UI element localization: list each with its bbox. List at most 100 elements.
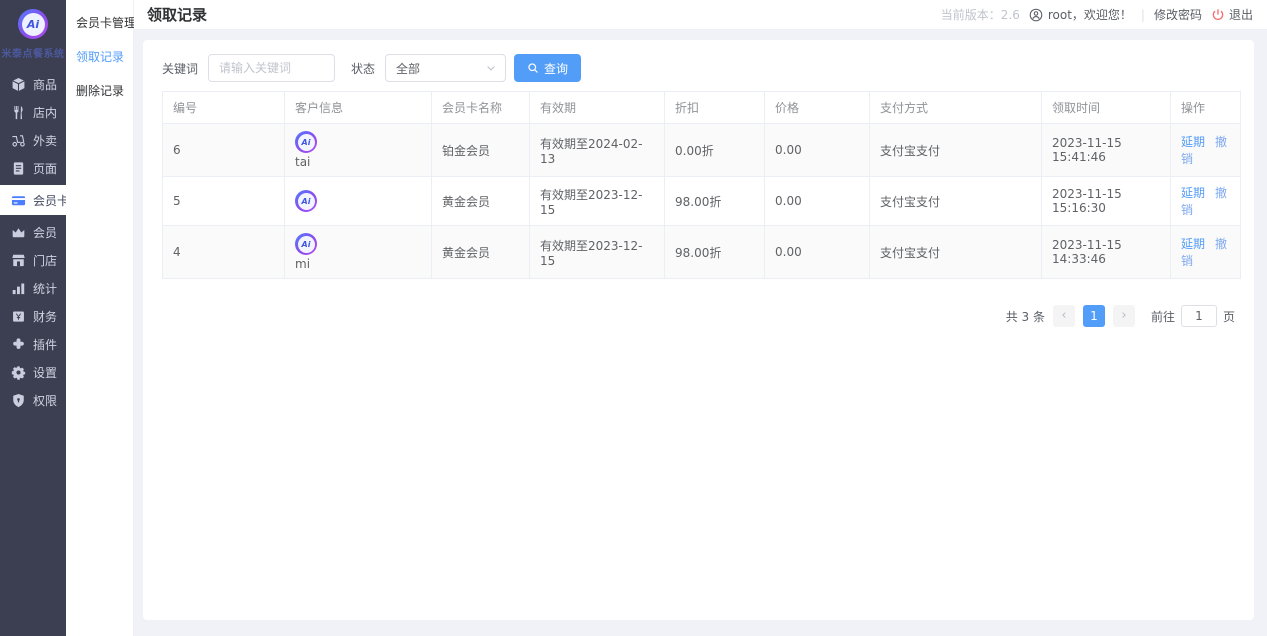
- keyword-input[interactable]: [208, 54, 336, 82]
- version-label: 当前版本：2.6: [940, 8, 1020, 22]
- customer-avatar: Ai: [295, 190, 317, 212]
- cell-id: 6: [162, 123, 285, 177]
- logout-label: 退出: [1228, 8, 1253, 22]
- settings-icon: [11, 365, 26, 380]
- sidebar-item-label: 财务: [33, 309, 58, 324]
- column-header: 操作: [1170, 91, 1241, 124]
- customer-avatar: Ai: [295, 233, 317, 255]
- sidebar-item-3[interactable]: 外卖: [0, 126, 66, 154]
- topbar-divider: |: [1140, 7, 1145, 22]
- column-header: 编号: [162, 91, 285, 124]
- goto-page-suffix: 页: [1222, 309, 1235, 324]
- keyword-label: 关键词: [162, 61, 199, 76]
- cell-discount: 0.00折: [664, 123, 765, 177]
- status-select-value: 全部: [396, 61, 421, 76]
- subnav-item-2[interactable]: 删除记录: [76, 82, 133, 99]
- customer-name: mi: [295, 257, 311, 271]
- search-button-label: 查询: [544, 61, 569, 76]
- postpone-link[interactable]: 延期: [1181, 237, 1205, 251]
- table-row: 4 Ai mi 黄金会员 有效期至2023-12-15 98.00折 0.00 支付宝支付 20…: [162, 225, 1241, 279]
- permission-icon: [11, 393, 26, 408]
- sidebar-item-4[interactable]: 页面: [0, 154, 66, 182]
- subnav-item-1[interactable]: 领取记录: [76, 48, 133, 65]
- user-icon: [1029, 8, 1043, 21]
- page-title: 领取记录: [147, 6, 208, 24]
- column-header: 折扣: [664, 91, 765, 124]
- cell-discount: 98.00折: [664, 225, 765, 279]
- search-button[interactable]: 查询: [514, 54, 582, 82]
- pagination: 共 3 条 ‹ 1 › 前往 页: [162, 305, 1235, 327]
- status-label: 状态: [351, 61, 376, 76]
- pages-icon: [11, 161, 26, 176]
- chevron-down-icon: [487, 66, 495, 71]
- sidebar-item-9[interactable]: 财务: [0, 302, 66, 330]
- cell-price: 0.00: [764, 176, 870, 226]
- member-icon: [11, 225, 26, 240]
- dinein-icon: [11, 105, 26, 120]
- sidebar-item-label: 统计: [33, 281, 58, 296]
- cell-id: 5: [162, 176, 285, 226]
- app-root: Ai 米泰点餐系统 商品 店内 外卖 页面 会员卡 会员 门店 统计 财务 插件 设置 权限 会员卡管…: [0, 0, 1267, 636]
- cell-price: 0.00: [764, 123, 870, 177]
- pagination-total: 共 3 条: [1005, 309, 1045, 324]
- cell-customer: Ai mi: [284, 225, 432, 279]
- customer-name: tai: [295, 155, 311, 169]
- prev-page-button[interactable]: ‹: [1052, 305, 1075, 327]
- sidebar-item-label: 门店: [33, 253, 58, 268]
- sidebar-item-8[interactable]: 统计: [0, 274, 66, 302]
- sidebar-item-12[interactable]: 权限: [0, 386, 66, 414]
- cell-time: 2023-11-15 14:33:46: [1041, 225, 1171, 279]
- sidebar-item-label: 会员卡: [33, 193, 70, 208]
- cell-card-name: 黄金会员: [431, 176, 530, 226]
- goto-label: 前往: [1150, 309, 1175, 324]
- cell-actions: 延期 撤销: [1170, 123, 1241, 177]
- cell-payment: 支付宝支付: [869, 123, 1042, 177]
- goto-page-input[interactable]: [1180, 305, 1217, 327]
- change-password-link[interactable]: 修改密码: [1154, 6, 1202, 23]
- sidebar-item-7[interactable]: 门店: [0, 246, 66, 274]
- sidebar-item-11[interactable]: 设置: [0, 358, 66, 386]
- sidebar-item-label: 外卖: [33, 133, 58, 148]
- postpone-link[interactable]: 延期: [1181, 135, 1205, 149]
- cell-payment: 支付宝支付: [869, 176, 1042, 226]
- current-page-button[interactable]: 1: [1082, 305, 1105, 327]
- sidebar-item-label: 商品: [33, 77, 58, 92]
- subnav-items: 领取记录 删除记录: [76, 48, 133, 99]
- power-icon: [1212, 8, 1224, 20]
- cell-time: 2023-11-15 15:16:30: [1041, 176, 1171, 226]
- finance-icon: [11, 309, 26, 324]
- sidebar-item-2[interactable]: 店内: [0, 98, 66, 126]
- table-row: 6 Ai tai 铂金会员 有效期至2024-02-13 0.00折 0.00 支付宝支付 20…: [162, 123, 1241, 177]
- cell-discount: 98.00折: [664, 176, 765, 226]
- filter-bar: 关键词 状态 全部 查询: [162, 54, 1235, 82]
- sidebar-item-5[interactable]: 会员卡: [0, 185, 70, 215]
- column-header: 支付方式: [869, 91, 1042, 124]
- sidebar-item-10[interactable]: 插件: [0, 330, 66, 358]
- sidebar-item-label: 设置: [33, 365, 58, 380]
- cell-validity: 有效期至2023-12-15: [529, 225, 665, 279]
- sidebar-item-1[interactable]: 商品: [0, 70, 66, 98]
- logout-link[interactable]: 退出: [1211, 6, 1253, 23]
- main-area: 领取记录 当前版本：2.6 root，欢迎您！ | 修改密码 退出 关键词 请输…: [134, 0, 1267, 636]
- content: 关键词 状态 全部 查询: [134, 30, 1267, 636]
- topbar-right: 当前版本：2.6 root，欢迎您！ | 修改密码 退出: [941, 6, 1253, 23]
- table-header-row: 编号 客户信息 会员卡名称 有效期 折扣 价格 支付方式 领取时间 操作: [162, 91, 1241, 124]
- sidebar-item-label: 权限: [33, 393, 58, 408]
- postpone-link[interactable]: 延期: [1181, 186, 1205, 200]
- user-menu[interactable]: root，欢迎您！: [1029, 6, 1132, 23]
- cell-customer: Ai tai: [284, 123, 432, 177]
- sidebar-item-label: 插件: [33, 337, 58, 352]
- next-page-button[interactable]: ›: [1112, 305, 1135, 327]
- cell-customer: Ai: [284, 176, 432, 226]
- secondary-sidebar: 会员卡管理 领取记录 删除记录: [66, 0, 136, 636]
- goto-page: 前往 页: [1151, 305, 1235, 327]
- column-header: 价格: [764, 91, 870, 124]
- column-header: 有效期: [529, 91, 665, 124]
- column-header: 会员卡名称: [431, 91, 530, 124]
- status-select[interactable]: 全部: [385, 54, 507, 82]
- cell-payment: 支付宝支付: [869, 225, 1042, 279]
- cell-actions: 延期 撤销: [1170, 225, 1241, 279]
- primary-nav: 商品店内外卖页面会员卡会员门店统计财务插件设置权限: [0, 70, 70, 414]
- cell-actions: 延期 撤销: [1170, 176, 1241, 226]
- sidebar-item-6[interactable]: 会员: [0, 218, 66, 246]
